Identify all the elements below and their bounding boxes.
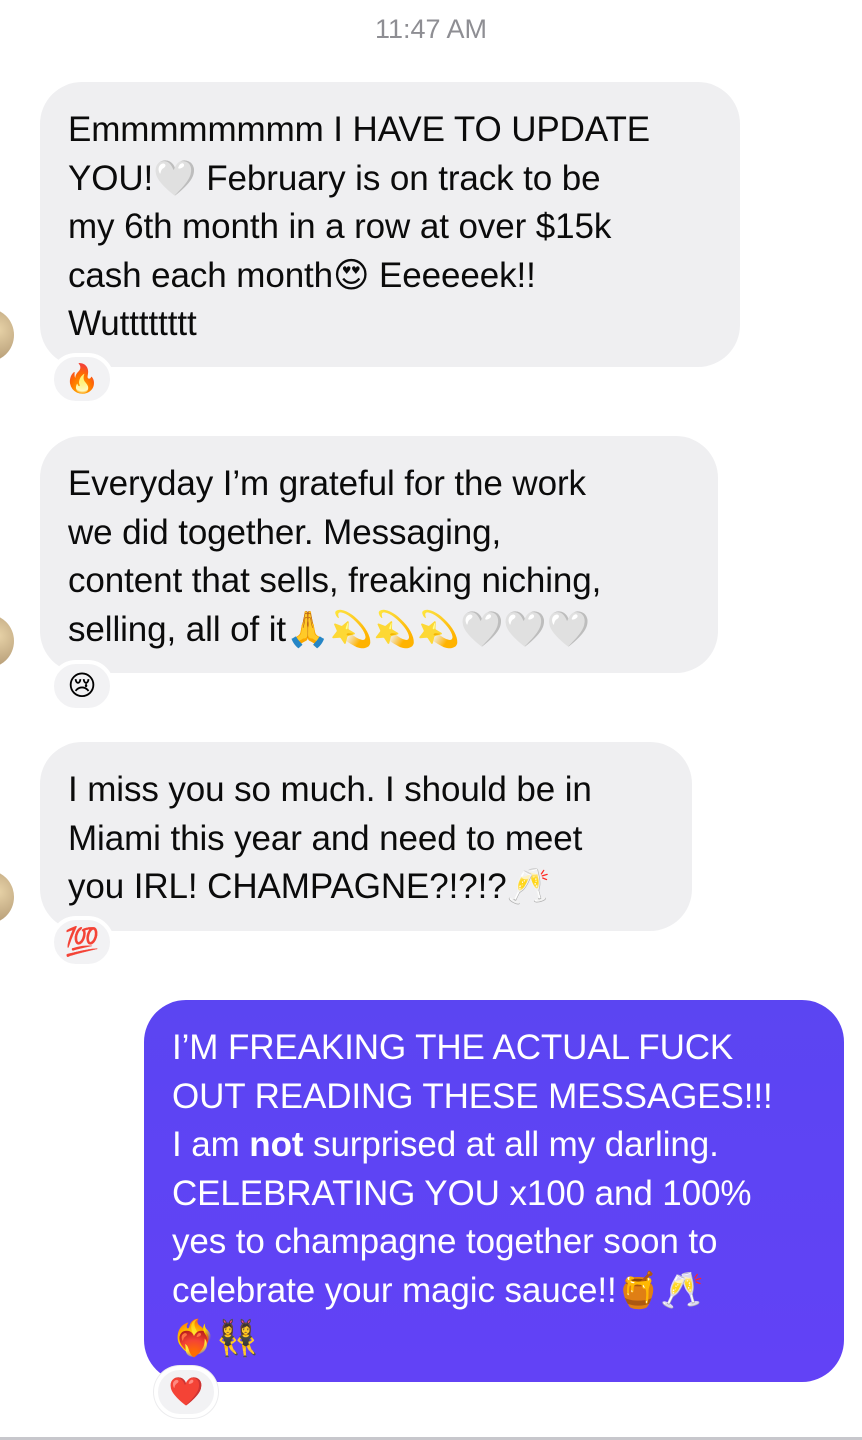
message-line: ❤️‍🔥👯‍♀️	[172, 1319, 259, 1358]
crying-face-reaction-icon[interactable]: 😢	[50, 660, 114, 712]
message-line: I miss you so much. I should be in	[68, 770, 592, 809]
message-line: we did together. Messaging,	[68, 512, 502, 552]
incoming-message-bubble[interactable]: I miss you so much. I should be in Miami…	[40, 742, 692, 931]
message-line: I’M FREAKING THE ACTUAL FUCK	[172, 1028, 734, 1067]
sender-avatar[interactable]	[0, 870, 14, 924]
message-line: YOU!🤍 February is on track to be	[68, 158, 601, 198]
message-line-with-emphasis: I am not surprised at all my darling.	[172, 1121, 816, 1170]
message-line: yes to champagne together soon to	[172, 1222, 718, 1261]
message-line: celebrate your magic sauce!!🍯🥂	[172, 1270, 704, 1310]
chat-screen: 11:47 AM Emmmmmmmm I HAVE TO UPDATE YOU!…	[0, 0, 862, 1440]
message-timestamp: 11:47 AM	[374, 14, 488, 44]
message-line-prefix: I am	[172, 1125, 250, 1164]
message-line-rest: surprised at all my darling.	[313, 1125, 719, 1164]
sender-avatar[interactable]	[0, 308, 14, 362]
message-line: selling, all of it🙏💫💫💫🤍🤍🤍	[68, 609, 591, 649]
heart-reaction-icon[interactable]: ❤️	[154, 1366, 218, 1418]
message-line: Emmmmmmmm I HAVE TO UPDATE	[68, 110, 651, 149]
sender-avatar[interactable]	[0, 614, 14, 668]
message-line: Miami this year and need to meet	[68, 818, 583, 858]
incoming-message-bubble[interactable]: Everyday I’m grateful for the work we di…	[40, 436, 718, 673]
message-line: you IRL! CHAMPAGNE?!?!?🥂	[68, 867, 551, 906]
message-line: cash each month😍 Eeeeeek!!	[68, 255, 536, 295]
emphasized-word: not	[249, 1125, 304, 1164]
message-line: OUT READING THESE MESSAGES!!!	[172, 1076, 773, 1116]
message-line: content that sells, freaking niching,	[68, 561, 602, 600]
hundred-points-reaction-icon[interactable]: 💯	[50, 916, 114, 968]
incoming-message-bubble[interactable]: Emmmmmmmm I HAVE TO UPDATE YOU!🤍 Februar…	[40, 82, 740, 367]
outgoing-message-bubble[interactable]: I’M FREAKING THE ACTUAL FUCK OUT READING…	[144, 1000, 844, 1382]
fire-reaction-icon[interactable]: 🔥	[50, 353, 114, 405]
message-line: my 6th month in a row at over $15k	[68, 207, 612, 246]
message-line: CELEBRATING YOU x100 and 100%	[172, 1173, 752, 1213]
message-line: Everyday I’m grateful for the work	[68, 464, 586, 503]
message-line: Wutttttttt	[68, 304, 197, 343]
